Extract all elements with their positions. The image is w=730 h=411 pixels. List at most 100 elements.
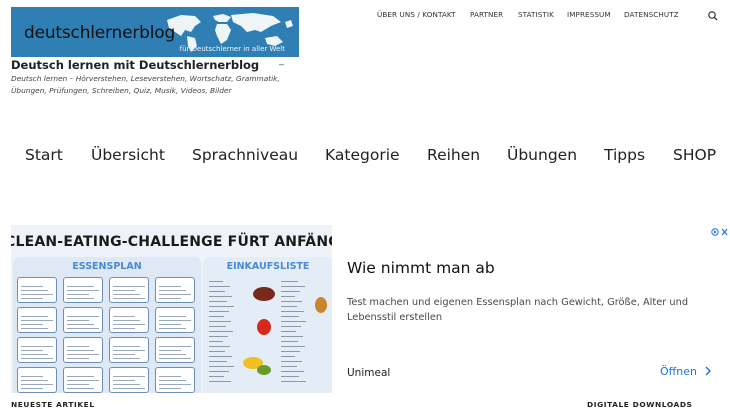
- menu-item-tipps[interactable]: Tipps: [604, 146, 645, 164]
- meal-plan-line: [159, 354, 186, 355]
- shopping-list-line: [281, 331, 296, 332]
- shopping-list-line: [209, 296, 232, 297]
- menu-item-shop[interactable]: SHOP: [673, 146, 716, 164]
- ad-brand: Unimeal: [347, 367, 391, 379]
- shopping-list-line: [281, 321, 306, 322]
- menu-item-kategorie[interactable]: Kategorie: [325, 146, 400, 164]
- shopping-list-line: [281, 366, 297, 367]
- shopping-list-line: [281, 356, 295, 357]
- meal-plan-line: [159, 376, 181, 377]
- top-nav-datenschutz[interactable]: DATENSCHUTZ: [624, 10, 679, 19]
- meal-plan-line: [67, 316, 99, 317]
- menu-item-uebersicht[interactable]: Übersicht: [91, 146, 165, 164]
- meal-plan-line: [113, 354, 135, 355]
- meal-plan-line: [113, 350, 145, 351]
- chevron-right-icon: [705, 366, 712, 376]
- meal-plan-day-box: [63, 367, 103, 393]
- meal-plan-line: [21, 290, 48, 291]
- menu-item-start[interactable]: Start: [25, 146, 63, 164]
- meal-plan-day-box: [17, 367, 57, 393]
- meal-plan-line: [159, 358, 191, 359]
- shopping-list-line: [281, 326, 301, 327]
- main-menu: Start Übersicht Sprachniveau Kategorie R…: [0, 146, 730, 170]
- shopping-list-line: [281, 296, 295, 297]
- shopping-list-line: [209, 336, 228, 337]
- meal-plan-line: [21, 376, 43, 377]
- shopping-list-line: [281, 341, 298, 342]
- shopping-list-title: EINKAUFSLISTE: [226, 261, 310, 272]
- adchoices-icon: [711, 228, 728, 236]
- search-button[interactable]: [706, 9, 720, 23]
- ad-open-button[interactable]: Öffnen: [660, 365, 713, 378]
- meal-plan-line: [21, 320, 53, 321]
- meal-plan-day-box: [63, 307, 103, 333]
- meal-plan-line: [21, 324, 43, 325]
- meal-plan-day-box: [63, 277, 103, 303]
- menu-item-uebungen[interactable]: Übungen: [507, 146, 577, 164]
- meal-plan-line: [67, 384, 89, 385]
- meal-plan-line: [159, 346, 191, 347]
- ad-image-headline: CLEAN-EATING-CHALLENGE FÜRT ANFÄNGER: [11, 234, 332, 250]
- adchoices-button[interactable]: [711, 227, 729, 237]
- ad-image[interactable]: CLEAN-EATING-CHALLENGE FÜRT ANFÄNGER ESS…: [11, 225, 332, 393]
- meal-plan-line: [67, 354, 99, 355]
- shopping-list-line: [281, 336, 303, 337]
- meal-plan-line: [159, 320, 191, 321]
- shopping-list-line: [281, 346, 305, 347]
- meal-plan-line: [159, 384, 191, 385]
- top-nav-partner[interactable]: PARTNER: [470, 10, 503, 19]
- shopping-list-column: [209, 281, 239, 386]
- advertisement[interactable]: CLEAN-EATING-CHALLENGE FÜRT ANFÄNGER ESS…: [11, 225, 730, 393]
- meal-plan-line: [113, 316, 135, 317]
- meal-plan-line: [21, 316, 48, 317]
- shopping-list-line: [209, 381, 231, 382]
- meal-plan-day-box: [155, 367, 195, 393]
- meal-plan-line: [159, 316, 186, 317]
- meal-plan-day-box: [155, 307, 195, 333]
- meal-plan-title: ESSENSPLAN: [72, 261, 142, 272]
- digital-downloads-heading: DIGITALE DOWNLOADS: [587, 400, 693, 409]
- shopping-list-line: [281, 311, 304, 312]
- site-logo[interactable]: deutschlernerblog für Deutschlerner in a…: [11, 7, 299, 57]
- meal-plan-line: [67, 346, 89, 347]
- top-nav-impressum[interactable]: IMPRESSUM: [567, 10, 611, 19]
- shopping-list-line: [209, 301, 227, 302]
- ad-text-area[interactable]: Wie nimmt man ab Test machen und eigenen…: [332, 225, 730, 393]
- latest-articles-heading: NEUESTE ARTIKEL: [11, 400, 95, 409]
- ad-title[interactable]: Wie nimmt man ab: [347, 259, 495, 277]
- meal-plan-day-box: [17, 337, 57, 363]
- shopping-list-line: [281, 376, 299, 377]
- menu-item-reihen[interactable]: Reihen: [427, 146, 480, 164]
- shopping-list-line: [209, 356, 232, 357]
- meal-plan-line: [159, 380, 186, 381]
- food-illustration: [257, 319, 271, 335]
- meal-plan-line: [67, 328, 99, 329]
- meal-plan-line: [67, 380, 99, 381]
- meal-plan-day-box: [17, 307, 57, 333]
- site-title[interactable]: Deutsch lernen mit Deutschlernerblog: [11, 58, 259, 72]
- meal-plan-line: [21, 346, 53, 347]
- shopping-list-line: [209, 286, 230, 287]
- meal-plan-line: [21, 298, 43, 299]
- meal-plan-line: [21, 354, 48, 355]
- shopping-list-line: [281, 306, 297, 307]
- meal-plan-line: [67, 294, 89, 295]
- shopping-list-line: [209, 351, 225, 352]
- food-illustration: [315, 297, 327, 313]
- menu-item-sprachniveau[interactable]: Sprachniveau: [192, 146, 298, 164]
- meal-plan-line: [67, 358, 89, 359]
- meal-plan-line: [159, 350, 181, 351]
- meal-plan-day-box: [63, 337, 103, 363]
- top-nav-statistik[interactable]: STATISTIK: [518, 10, 554, 19]
- meal-plan-line: [159, 324, 181, 325]
- meal-plan-line: [21, 294, 53, 295]
- meal-plan-line: [21, 328, 48, 329]
- meal-plan-line: [159, 388, 181, 389]
- meal-plan-day-box: [109, 307, 149, 333]
- top-nav-about-contact[interactable]: ÜBER UNS / KONTAKT: [377, 10, 456, 19]
- meal-plan-line: [113, 376, 145, 377]
- shopping-list-line: [281, 301, 302, 302]
- shopping-list-panel: EINKAUFSLISTE: [203, 257, 332, 393]
- shopping-list-line: [281, 371, 304, 372]
- meal-plan-line: [159, 286, 181, 287]
